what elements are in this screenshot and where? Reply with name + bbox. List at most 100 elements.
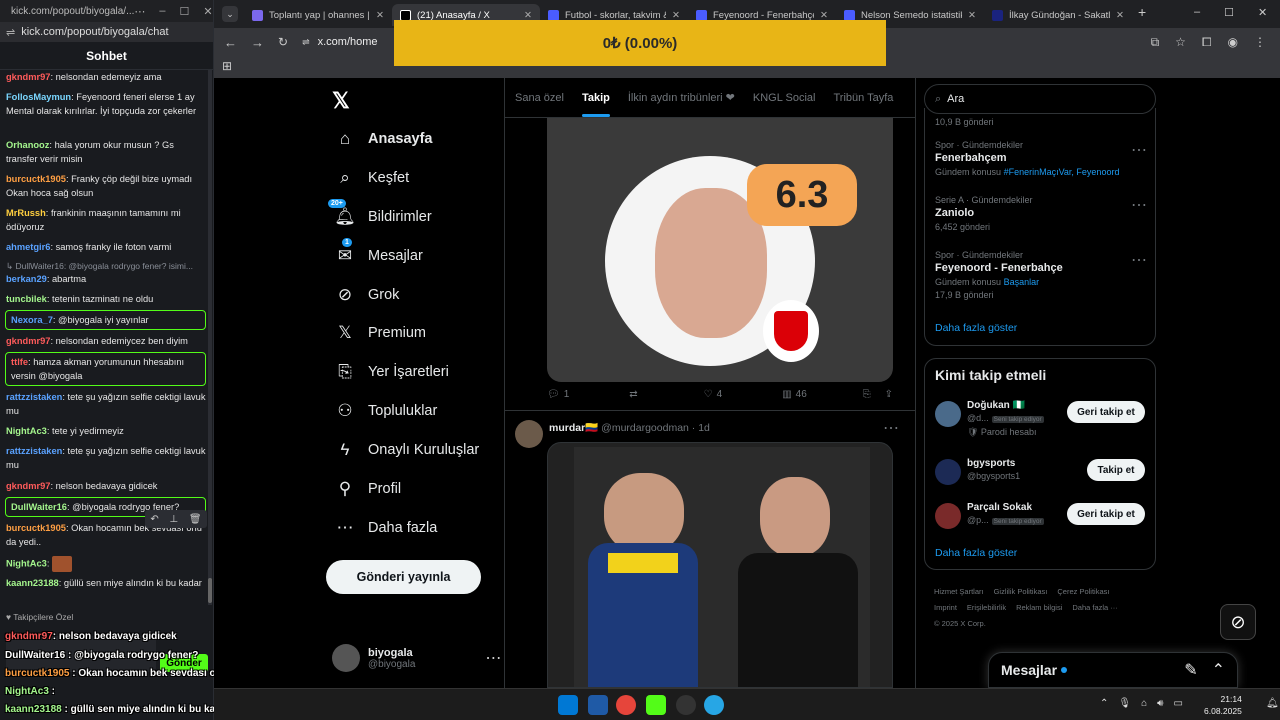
views-icon[interactable]: ▥ (782, 389, 791, 400)
close-tab-icon[interactable]: ✕ (666, 10, 680, 21)
close-tab-icon[interactable]: ✕ (1110, 10, 1124, 21)
timeline-tab[interactable]: KNGL Social (753, 92, 816, 104)
messages-drawer[interactable]: Mesajlar ✎ ⌃ (988, 652, 1238, 688)
more-icon[interactable]: ⋯ (1131, 140, 1147, 160)
chat-username[interactable]: gkndmr97 (6, 72, 50, 82)
chat-username[interactable]: Nexora_7 (11, 315, 53, 325)
close-tab-icon[interactable]: ✕ (962, 10, 976, 21)
footer-link[interactable]: Gizlilik Politikası (994, 584, 1048, 600)
trend-item[interactable]: 10,9 B gönderi (935, 114, 1147, 127)
chat-username[interactable]: ttlfe (11, 357, 28, 367)
site-info-icon[interactable]: ⇌ (6, 26, 15, 39)
bookmark-icon[interactable]: ⎘ (863, 389, 871, 400)
chat-username[interactable]: gkndmr97 (6, 481, 50, 491)
show-more-link[interactable]: Daha fazla göster (935, 322, 1017, 334)
chat-username[interactable]: rattzzistaken (6, 446, 62, 456)
network-icon[interactable]: ⌂ (1141, 698, 1147, 709)
trend-item[interactable]: Spor · Gündemdekiler Feyenoord - Fenerbah… (935, 250, 1147, 300)
maximize-icon[interactable]: ☐ (180, 5, 190, 18)
chat-username[interactable]: ahmetgir6 (6, 242, 50, 252)
account-switcher[interactable]: biyogala @biyogala ⋯ (332, 644, 501, 672)
footer-link[interactable]: Çerez Politikası (1057, 584, 1109, 600)
timeline-tab[interactable]: Tribün Tayfa (833, 92, 893, 104)
chat-username[interactable]: burcuctk1905 (6, 523, 66, 533)
footer-link[interactable]: Daha fazla ··· (1072, 600, 1117, 616)
post-image[interactable] (547, 442, 893, 688)
show-more-link[interactable]: Daha fazla göster (935, 547, 1017, 559)
nav-item-3[interactable]: ✉ 1 Mesajlar (334, 238, 423, 267)
chevron-up-icon[interactable]: ⌃ (1100, 698, 1108, 709)
nav-item-4[interactable]: ⊘ Grok (334, 284, 400, 306)
address-bar[interactable]: x.com/home (318, 36, 378, 48)
kick-icon[interactable] (646, 695, 666, 715)
start-icon[interactable] (558, 695, 578, 715)
chat-username[interactable]: DullWaiter16 (11, 502, 67, 512)
battery-icon[interactable]: ▭ (1173, 698, 1182, 709)
footer-link[interactable]: Hizmet Şartları (934, 584, 984, 600)
close-tab-icon[interactable]: ✕ (518, 10, 532, 21)
volume-icon[interactable]: 🔊︎ (1157, 698, 1163, 709)
timeline-tab[interactable]: Sana özel (515, 92, 564, 104)
trend-item[interactable]: Spor · Gündemdekiler Fenerbahçem Gündem ko… (935, 140, 1147, 177)
chevron-up-icon[interactable]: ⌃ (1212, 660, 1225, 680)
trend-item[interactable]: Serie A · Gündemdekiler Zaniolo 6,452 gönd… (935, 195, 1147, 232)
more-icon[interactable]: ⋯ (883, 418, 899, 438)
maximize-icon[interactable]: ☐ (1224, 6, 1234, 19)
browser-tab[interactable]: İlkay Gündoğan - Sakatlık geçm✕ (984, 4, 1132, 26)
pin-icon[interactable]: ⊥ (169, 514, 178, 525)
new-tab-button[interactable]: + (1138, 4, 1146, 20)
post-image[interactable]: 6.3 (547, 118, 893, 382)
nav-item-2[interactable]: 🔔︎ 20+ Bildirimler (328, 199, 432, 228)
chat-username[interactable]: kaann23188 (6, 578, 59, 588)
chat-username[interactable]: NightAc3 (6, 426, 47, 436)
undo-icon[interactable]: ↶ (150, 514, 158, 525)
nav-item-8[interactable]: ϟ Onaylı Kuruluşlar (334, 439, 480, 461)
chat-username[interactable]: rattzzistaken (6, 392, 62, 402)
more-icon[interactable]: ⋯ (134, 5, 145, 18)
forward-icon[interactable]: → (251, 35, 264, 50)
chat-username[interactable]: NightAc3 (6, 558, 47, 568)
repost-icon[interactable]: ⇄ (629, 389, 637, 400)
close-tab-icon[interactable]: ✕ (814, 10, 828, 21)
close-tab-icon[interactable]: ✕ (370, 10, 384, 21)
avatar[interactable] (935, 503, 961, 529)
minimize-icon[interactable]: – (1194, 6, 1200, 19)
tab-search-icon[interactable]: ⌄ (222, 6, 238, 22)
nav-item-9[interactable]: ⚲ Profil (334, 478, 401, 500)
nav-item-7[interactable]: ⚇ Topluluklar (334, 400, 437, 422)
apps-grid-icon[interactable]: ⊞ (222, 59, 232, 73)
post-button[interactable]: Gönderi yayınla (326, 560, 481, 594)
avatar[interactable] (935, 401, 961, 427)
chat-username[interactable]: gkndmr97 (6, 336, 50, 346)
timeline-tab[interactable]: İlkin aydın tribünleri ❤ (628, 91, 735, 104)
extensions-icon[interactable]: ⧠ (1202, 35, 1212, 50)
chat-username[interactable]: burcuctk1905 (6, 174, 66, 184)
more-icon[interactable]: ⋯ (485, 648, 501, 668)
chat-scrollbar[interactable] (208, 70, 212, 605)
profile-icon[interactable]: ◉ (1228, 35, 1238, 50)
site-info-icon[interactable]: ⇌ (302, 37, 310, 48)
x-logo-icon[interactable]: 𝕏 (332, 88, 350, 114)
nav-item-0[interactable]: ⌂ Anasayfa (334, 128, 433, 150)
close-icon[interactable]: ✕ (203, 5, 212, 18)
chrome-icon[interactable] (616, 695, 636, 715)
avatar[interactable] (515, 420, 543, 448)
nav-item-1[interactable]: ⌕ Keşfet (334, 167, 409, 189)
chat-username[interactable]: MrRussh (6, 208, 46, 218)
footer-link[interactable]: Reklam bilgisi (1016, 600, 1062, 616)
browser-tab[interactable]: Toplantı yap | ohannes | ✕ (244, 4, 392, 26)
app-icon[interactable] (588, 695, 608, 715)
kick-url-bar[interactable]: ⇌ kick.com/popout/biyogala/chat (0, 22, 213, 42)
nav-item-5[interactable]: 𝕏 Premium (334, 322, 426, 344)
cast-icon[interactable]: ⧉ (1151, 35, 1160, 50)
chat-username[interactable]: tuncbilek (6, 294, 47, 304)
grok-icon[interactable]: ⊘ (1220, 604, 1256, 640)
mic-icon[interactable]: 🎙︎ (1118, 698, 1131, 709)
avatar[interactable] (935, 459, 961, 485)
follow-button[interactable]: Takip et (1087, 459, 1145, 481)
follow-button[interactable]: Geri takip et (1067, 503, 1145, 525)
nav-item-10[interactable]: ⋯ Daha fazla (334, 517, 438, 539)
notifications-icon[interactable]: 🔔︎ (1266, 698, 1279, 709)
footer-link[interactable]: Imprint (934, 600, 957, 616)
more-icon[interactable]: ⋯ (1131, 195, 1147, 215)
